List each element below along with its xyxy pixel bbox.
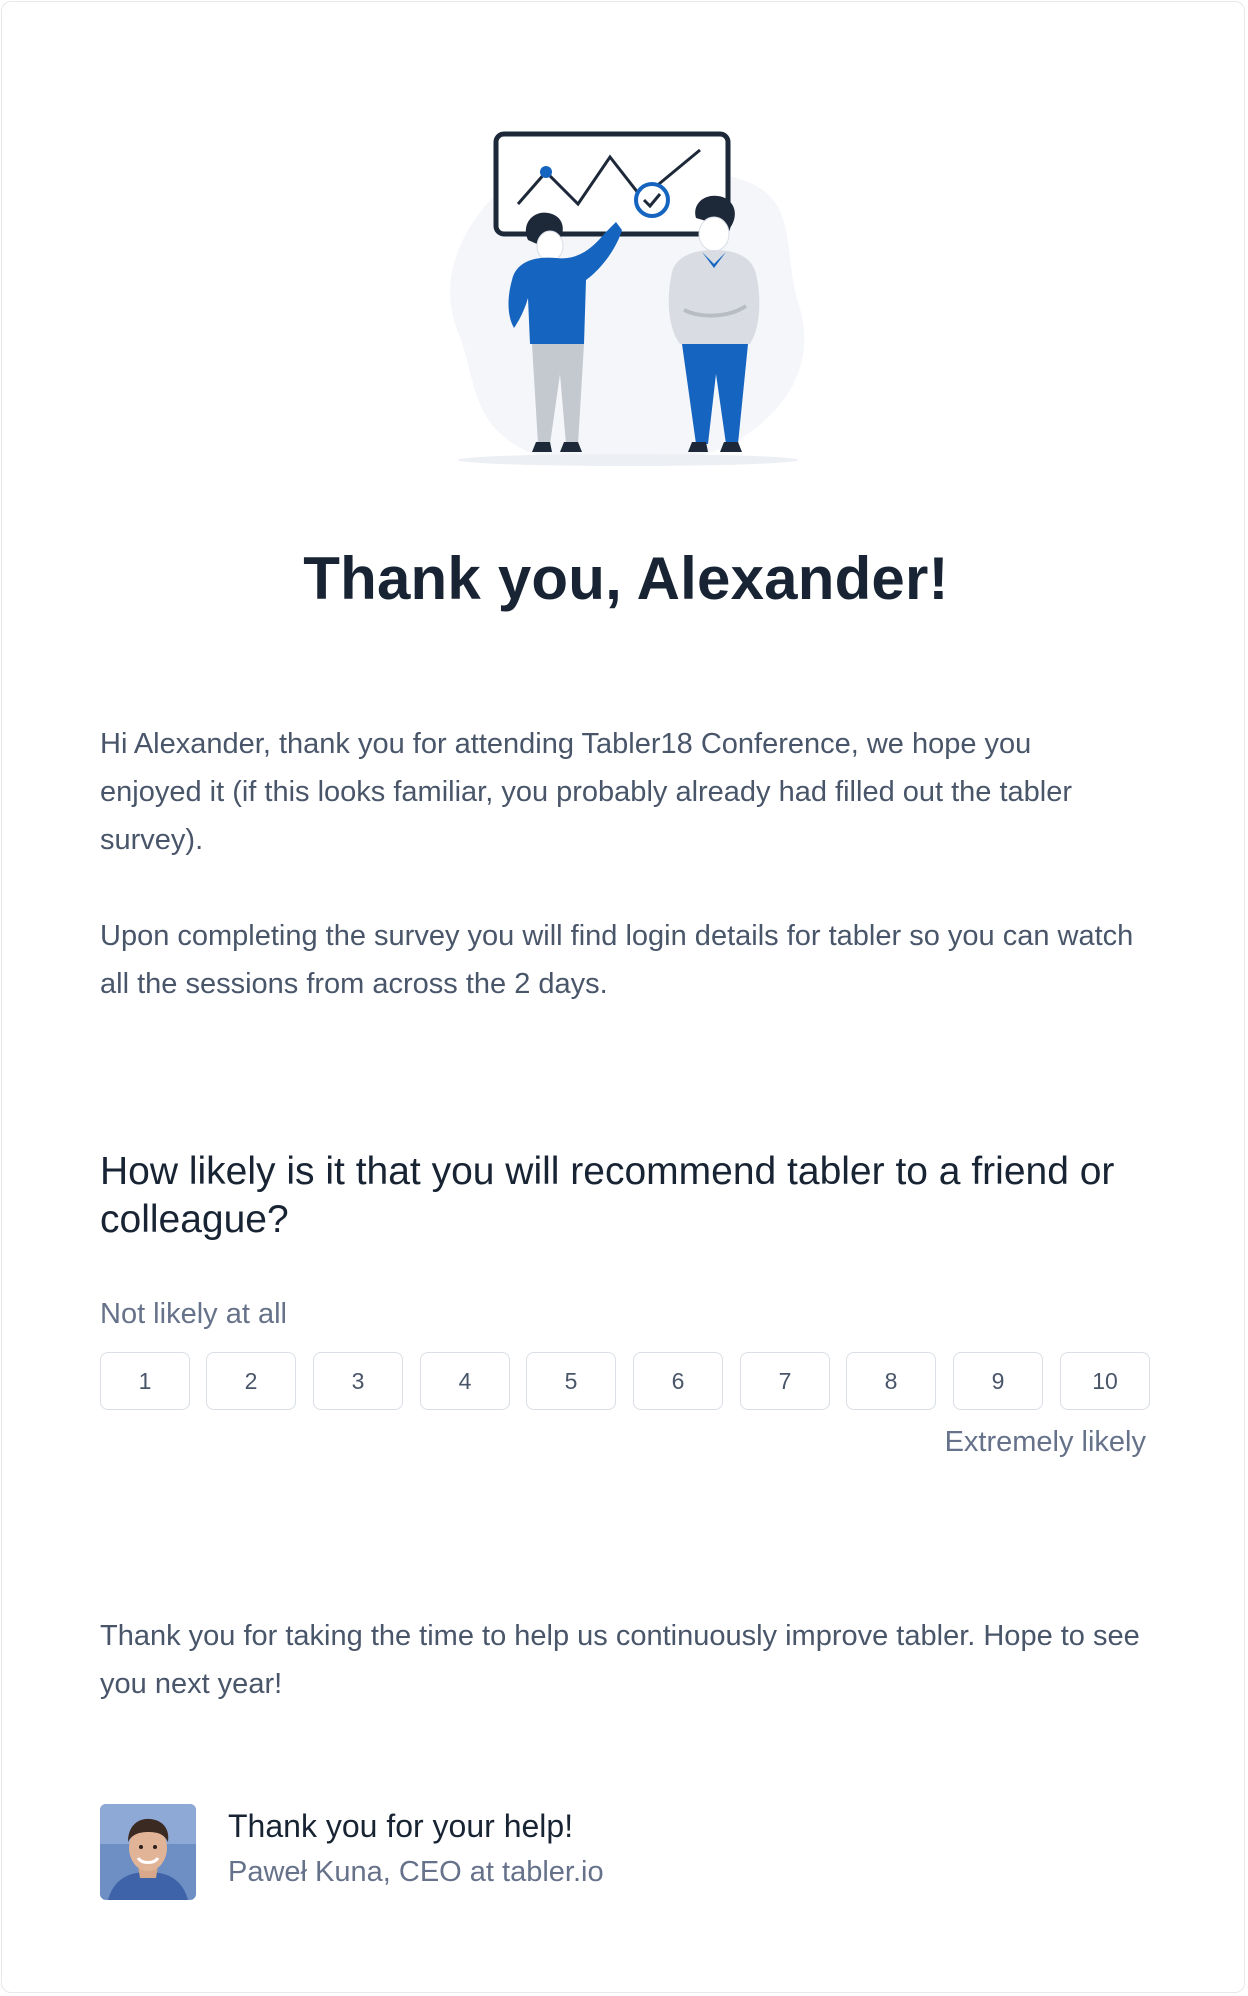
- scale-low-label: Not likely at all: [100, 1298, 287, 1330]
- rating-scale: 1 2 3 4 5 6 7 8 9 10: [100, 1352, 1152, 1412]
- email-card: Thank you, Alexander! Hi Alexander, than…: [1, 1, 1245, 1993]
- survey-question: How likely is it that you will recommend…: [100, 1150, 1115, 1241]
- rating-option-3[interactable]: 3: [313, 1352, 403, 1410]
- avatar: [100, 1804, 196, 1900]
- rating-option-8[interactable]: 8: [846, 1352, 936, 1410]
- intro-paragraph: Hi Alexander, thank you for attending Ta…: [100, 728, 1073, 856]
- author-avatar-icon: [100, 1804, 196, 1900]
- rating-option-9[interactable]: 9: [953, 1352, 1043, 1410]
- rating-option-1[interactable]: 1: [100, 1352, 190, 1410]
- rating-option-6[interactable]: 6: [633, 1352, 723, 1410]
- rating-option-10[interactable]: 10: [1060, 1352, 1150, 1410]
- page-title: Thank you, Alexander!: [303, 545, 949, 612]
- login-paragraph: Upon completing the survey you will find…: [100, 920, 1134, 1000]
- signature-heading: Thank you for your help!: [228, 1808, 574, 1844]
- chart-presentation-illustration: [450, 131, 805, 466]
- rating-option-7[interactable]: 7: [740, 1352, 830, 1410]
- signature-author: Paweł Kuna, CEO at tabler.io: [228, 1856, 604, 1888]
- rating-option-2[interactable]: 2: [206, 1352, 296, 1410]
- scale-high-label: Extremely likely: [944, 1426, 1146, 1458]
- closing-paragraph: Thank you for taking the time to help us…: [100, 1620, 1140, 1700]
- rating-option-4[interactable]: 4: [420, 1352, 510, 1410]
- rating-option-5[interactable]: 5: [526, 1352, 616, 1410]
